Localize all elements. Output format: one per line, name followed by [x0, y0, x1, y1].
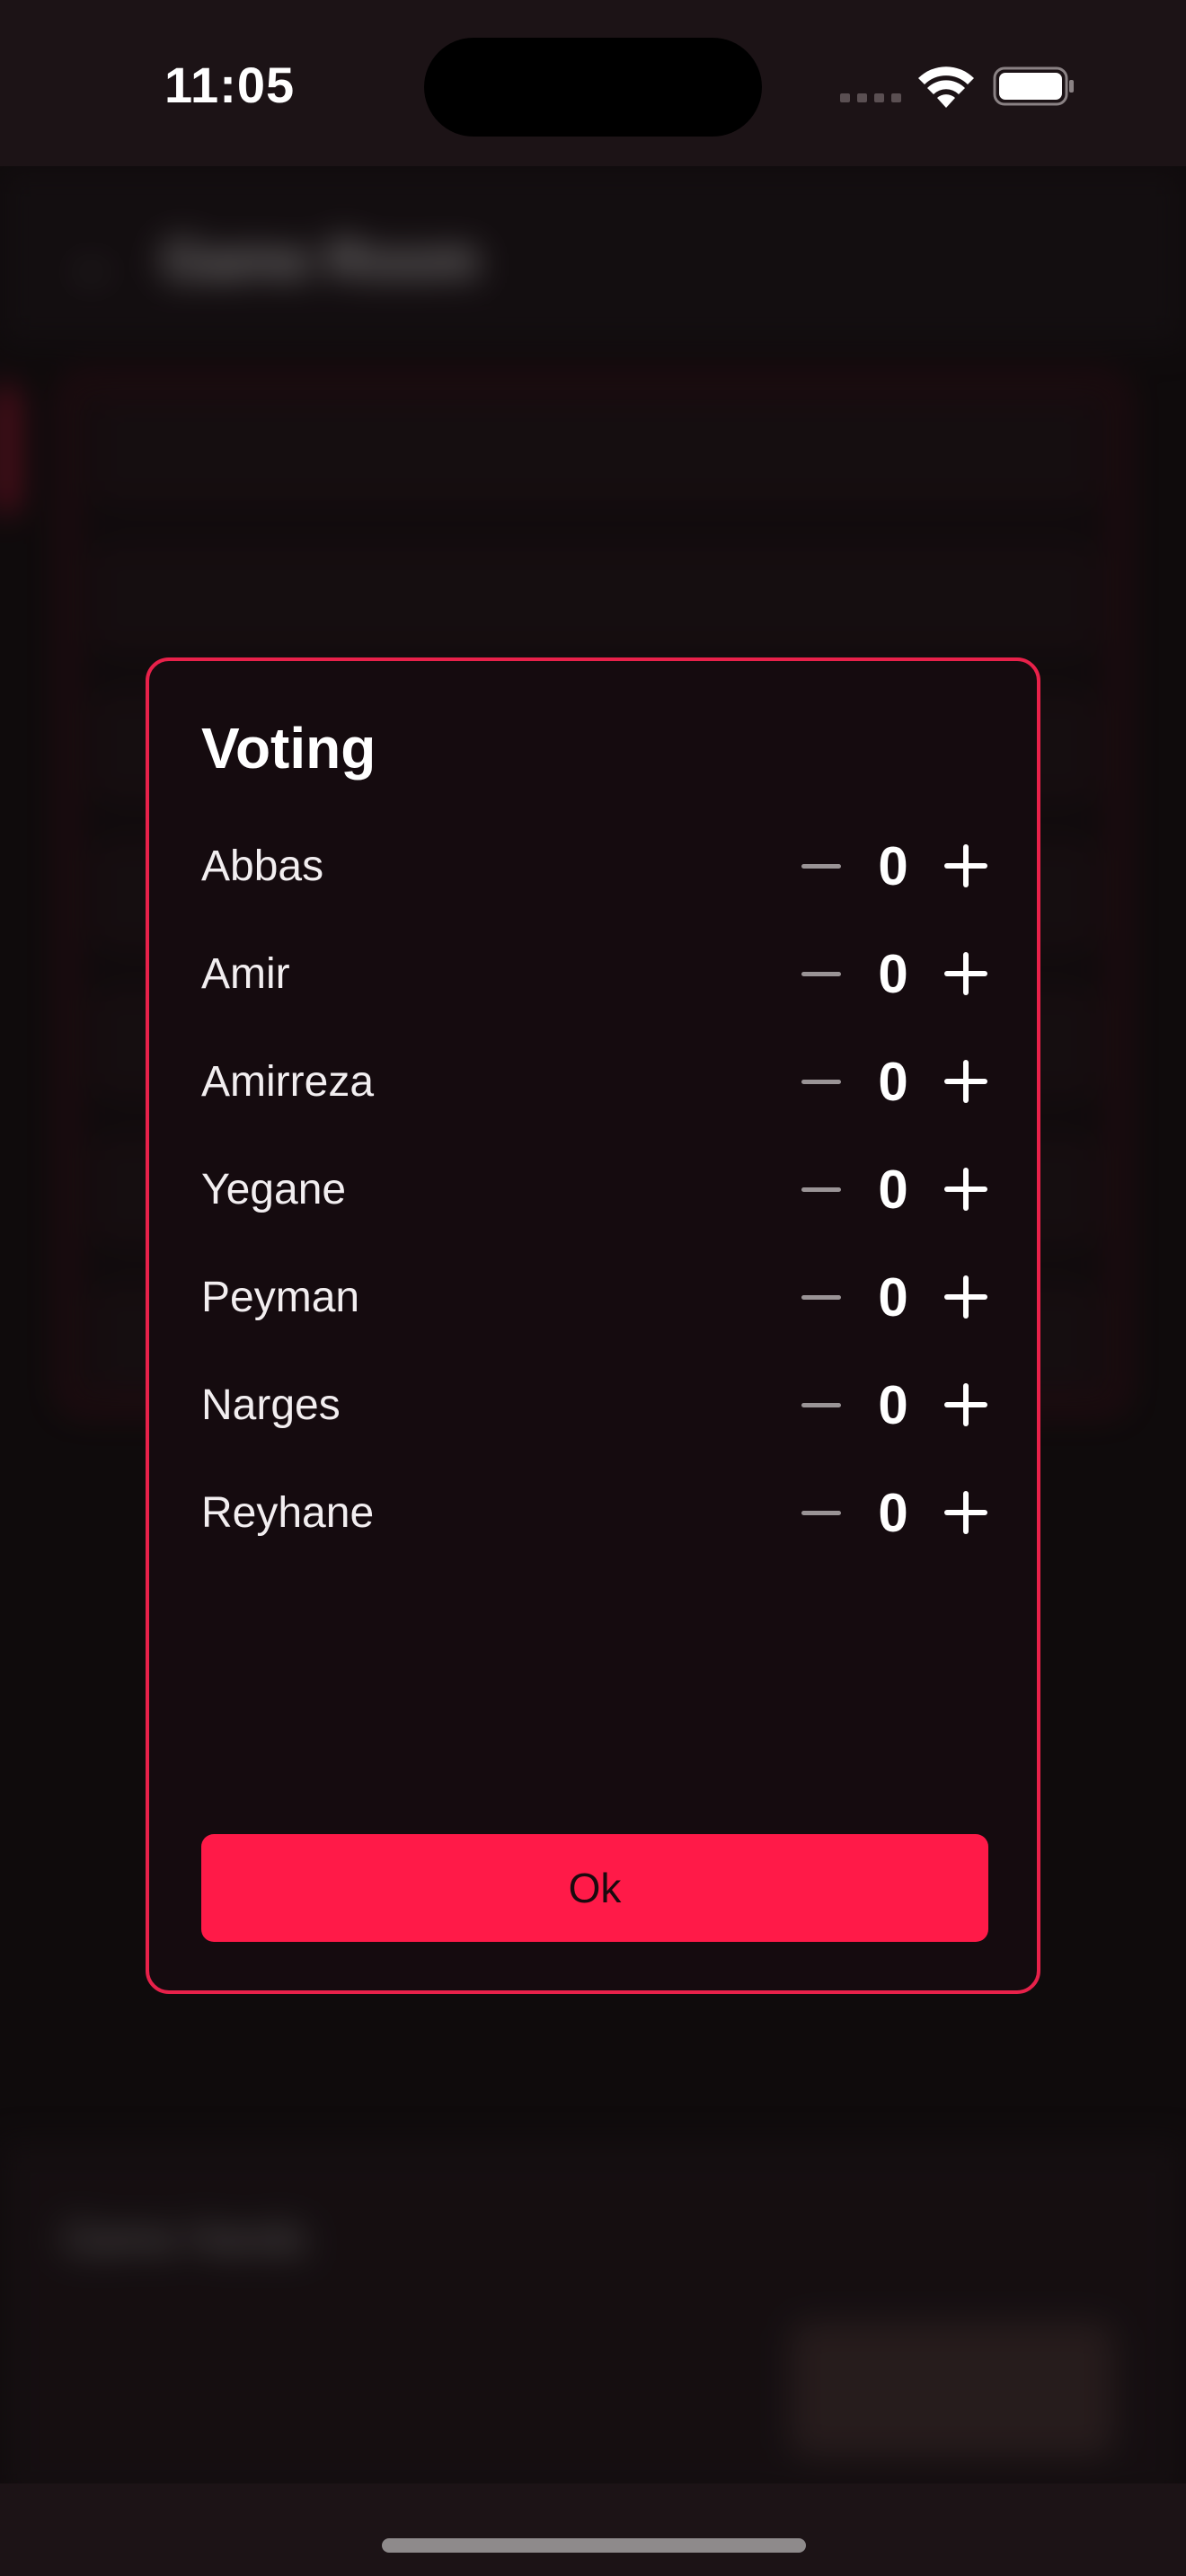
screen: ← Game Room Game Hands 11:05 Voting Abba…	[0, 0, 1186, 2576]
player-name: Reyhane	[201, 1488, 375, 1537]
player-name: Peyman	[201, 1273, 360, 1321]
vote-controls: 0	[794, 943, 992, 1005]
dynamic-island	[424, 38, 762, 137]
increment-vote-button[interactable]	[938, 947, 992, 1001]
vote-controls: 0	[794, 835, 992, 897]
decrement-vote-button[interactable]	[794, 1378, 848, 1432]
dialog-title: Voting	[201, 716, 376, 781]
vote-controls: 0	[794, 1159, 992, 1221]
background-footer-button	[791, 2322, 1114, 2457]
background-accent-bar	[0, 386, 13, 512]
player-name: Amirreza	[201, 1057, 375, 1106]
increment-vote-button[interactable]	[938, 1378, 992, 1432]
vote-row-amir: Amir 0	[201, 920, 992, 1028]
vote-row-peyman: Peyman 0	[201, 1243, 992, 1351]
home-bar-area	[0, 2483, 1186, 2576]
vote-count: 0	[878, 1266, 908, 1328]
vote-list: Abbas 0 Amir 0 Amirreza 0 Yegane 0 Peyma…	[201, 812, 992, 1566]
vote-count: 0	[878, 943, 908, 1004]
vote-row-yegane: Yegane 0	[201, 1135, 992, 1243]
vote-count: 0	[878, 835, 908, 896]
background-title: Game Room	[162, 230, 480, 290]
background-row	[95, 401, 1093, 499]
player-name: Amir	[201, 949, 290, 998]
vote-row-narges: Narges 0	[201, 1351, 992, 1459]
decrement-vote-button[interactable]	[794, 1054, 848, 1108]
player-name: Narges	[201, 1381, 341, 1429]
player-name: Yegane	[201, 1165, 347, 1213]
vote-row-reyhane: Reyhane 0	[201, 1459, 992, 1566]
background-header: ← Game Room	[0, 166, 1186, 346]
wifi-icon	[918, 66, 974, 108]
status-bar: 11:05	[0, 0, 1186, 166]
increment-vote-button[interactable]	[938, 1054, 992, 1108]
player-name: Abbas	[201, 842, 324, 890]
decrement-vote-button[interactable]	[794, 1270, 848, 1324]
home-indicator[interactable]	[382, 2538, 806, 2553]
vote-count: 0	[878, 1051, 908, 1112]
decrement-vote-button[interactable]	[794, 839, 848, 893]
vote-row-abbas: Abbas 0	[201, 812, 992, 920]
battery-icon	[993, 66, 1074, 106]
increment-vote-button[interactable]	[938, 1270, 992, 1324]
background-footer: Game Hands	[0, 2142, 1186, 2501]
vote-count: 0	[878, 1159, 908, 1220]
back-icon: ←	[72, 239, 117, 289]
status-time: 11:05	[164, 57, 296, 113]
increment-vote-button[interactable]	[938, 1162, 992, 1216]
vote-controls: 0	[794, 1374, 992, 1436]
vote-controls: 0	[794, 1266, 992, 1328]
vote-controls: 0	[794, 1051, 992, 1113]
decrement-vote-button[interactable]	[794, 1162, 848, 1216]
background-footer-title: Game Hands	[63, 2215, 307, 2262]
cellular-signal-icon	[840, 93, 903, 106]
vote-count: 0	[878, 1482, 908, 1543]
voting-dialog: Voting Abbas 0 Amir 0 Amirreza 0 Yegane …	[146, 657, 1040, 1994]
decrement-vote-button[interactable]	[794, 947, 848, 1001]
background-row	[95, 549, 1093, 648]
vote-count: 0	[878, 1374, 908, 1435]
increment-vote-button[interactable]	[938, 1486, 992, 1539]
ok-button[interactable]: Ok	[201, 1834, 988, 1942]
increment-vote-button[interactable]	[938, 839, 992, 893]
vote-row-amirreza: Amirreza 0	[201, 1028, 992, 1135]
decrement-vote-button[interactable]	[794, 1486, 848, 1539]
vote-controls: 0	[794, 1482, 992, 1544]
